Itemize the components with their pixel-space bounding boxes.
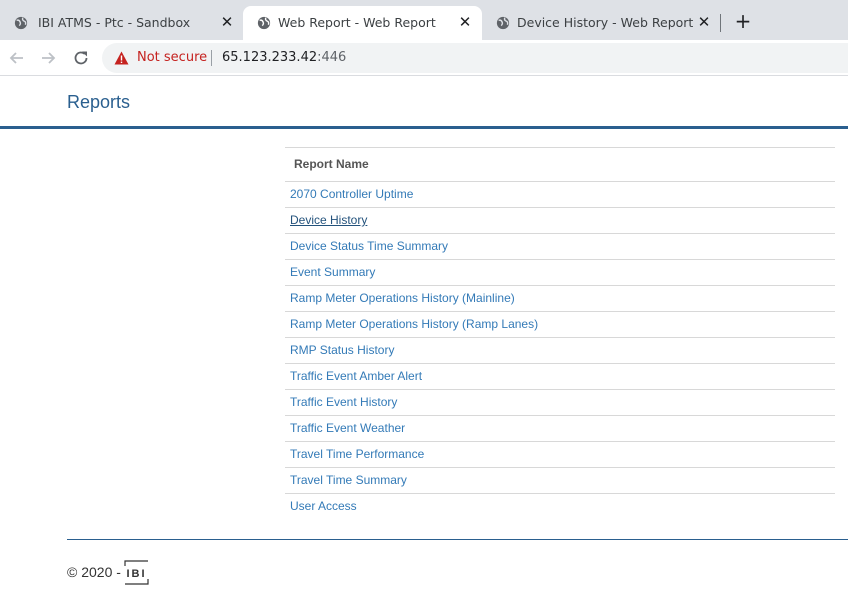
table-row: Device Status Time Summary [285,234,835,260]
arrow-left-icon[interactable] [8,49,26,67]
report-link[interactable]: Traffic Event Amber Alert [290,369,422,383]
report-link[interactable]: RMP Status History [290,343,394,357]
table-row: 2070 Controller Uptime [285,182,835,208]
table-row: Traffic Event History [285,390,835,416]
report-link[interactable]: User Access [290,499,357,513]
table-row: Travel Time Summary [285,468,835,494]
reload-icon[interactable] [72,49,90,67]
tab-strip: IBI ATMS - Ptc - Sandbox ✕ Web Report - … [0,0,848,40]
table-row: Ramp Meter Operations History (Mainline) [285,286,835,312]
table-row: Traffic Event Amber Alert [285,364,835,390]
report-link[interactable]: Traffic Event Weather [290,421,405,435]
page-header: Reports [0,77,848,129]
table-row: Traffic Event Weather [285,416,835,442]
footer-divider [67,539,848,540]
report-link[interactable]: Travel Time Summary [290,473,407,487]
page-title: Reports [67,92,131,112]
url-host: 65.123.233.42 [222,50,318,65]
address-bar[interactable]: Not secure 65.123.233.42:446 [102,43,848,73]
table-row: User Access [285,494,835,520]
report-link[interactable]: Device History [290,213,367,227]
report-link[interactable]: Travel Time Performance [290,447,424,461]
tab-title: Web Report - Web Report [278,15,436,30]
table-row: Ramp Meter Operations History (Ramp Lane… [285,312,835,338]
report-link[interactable]: Device Status Time Summary [290,239,448,253]
new-tab-button[interactable]: + [733,11,753,31]
tab-title: Device History - Web Report [517,15,694,30]
tab-separator [720,14,721,32]
globe-icon [496,16,510,30]
close-icon[interactable]: ✕ [218,13,236,31]
table-row: Device History [285,208,835,234]
security-status[interactable]: Not secure [137,50,207,65]
browser-toolbar: Not secure 65.123.233.42:446 [0,40,848,76]
ibi-logo: IBI [124,560,149,585]
tab-ibi-atms[interactable]: IBI ATMS - Ptc - Sandbox ✕ [0,6,243,40]
report-table: Report Name 2070 Controller Uptime Device… [285,147,835,520]
tab-device-history[interactable]: Device History - Web Report ✕ [482,6,720,40]
column-header-report-name: Report Name [285,148,835,182]
table-row: Travel Time Performance [285,442,835,468]
footer-copyright: © 2020 - [67,564,121,580]
report-link[interactable]: Traffic Event History [290,395,397,409]
tab-web-report[interactable]: Web Report - Web Report ✕ [243,6,482,40]
tab-title: IBI ATMS - Ptc - Sandbox [38,15,191,30]
url-text[interactable]: 65.123.233.42:446 [222,50,346,65]
globe-icon [257,16,271,30]
report-link[interactable]: Ramp Meter Operations History (Ramp Lane… [290,317,538,331]
report-link[interactable]: Event Summary [290,265,375,279]
globe-icon [14,16,28,30]
table-row: RMP Status History [285,338,835,364]
report-link[interactable]: Ramp Meter Operations History (Mainline) [290,291,515,305]
arrow-right-icon[interactable] [39,49,57,67]
address-separator [211,50,212,66]
url-port: :446 [317,50,347,65]
close-icon[interactable]: ✕ [456,13,474,31]
logo-text: IBI [126,568,146,580]
table-row: Event Summary [285,260,835,286]
close-icon[interactable]: ✕ [695,13,713,31]
report-link[interactable]: 2070 Controller Uptime [290,187,413,201]
report-rows: 2070 Controller Uptime Device History Devi… [285,182,835,520]
warning-icon[interactable] [114,51,129,65]
